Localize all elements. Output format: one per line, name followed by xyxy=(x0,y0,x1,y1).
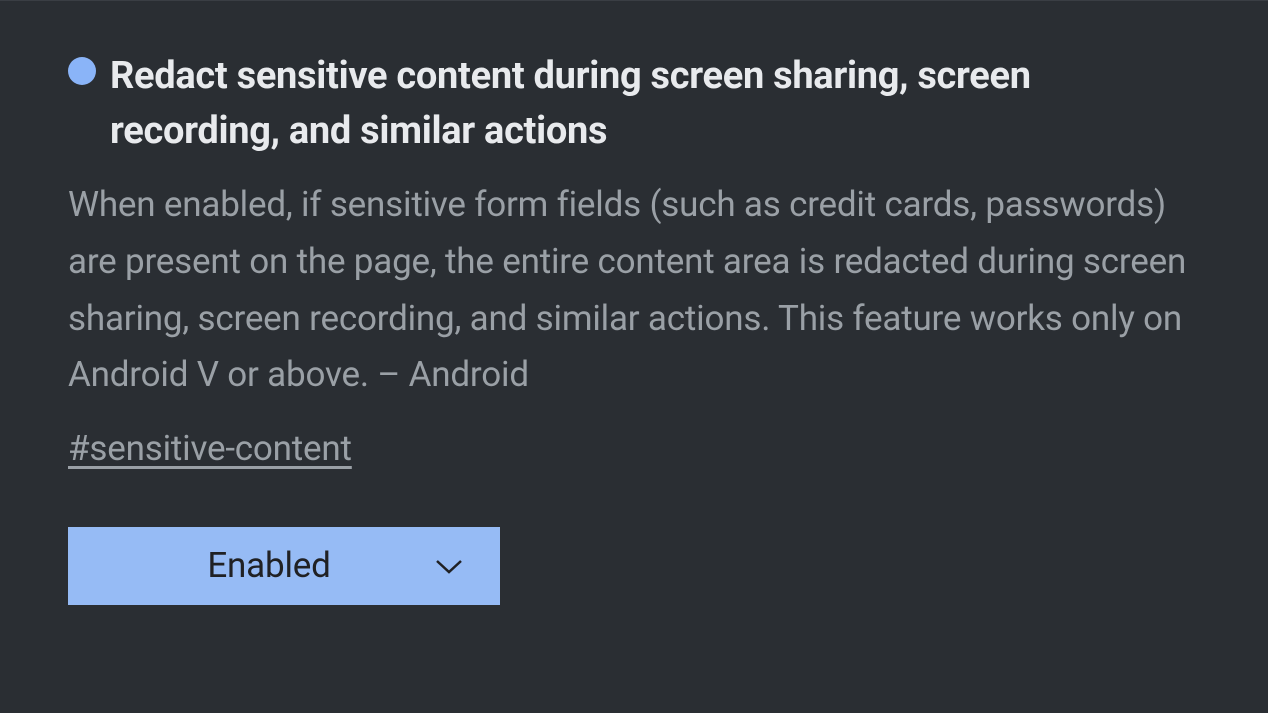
status-indicator-dot xyxy=(68,57,96,85)
flag-description: When enabled, if sensitive form fields (… xyxy=(68,177,1200,404)
dropdown-selected-label: Enabled xyxy=(68,545,434,586)
flag-title-row: Redact sensitive content during screen s… xyxy=(68,49,1200,159)
flag-hash-link[interactable]: #sensitive-content xyxy=(68,428,352,469)
chevron-down-icon xyxy=(434,551,464,581)
flag-state-dropdown[interactable]: Enabled xyxy=(68,527,500,605)
flag-entry: Redact sensitive content during screen s… xyxy=(0,0,1268,625)
flag-title: Redact sensitive content during screen s… xyxy=(110,49,1200,159)
